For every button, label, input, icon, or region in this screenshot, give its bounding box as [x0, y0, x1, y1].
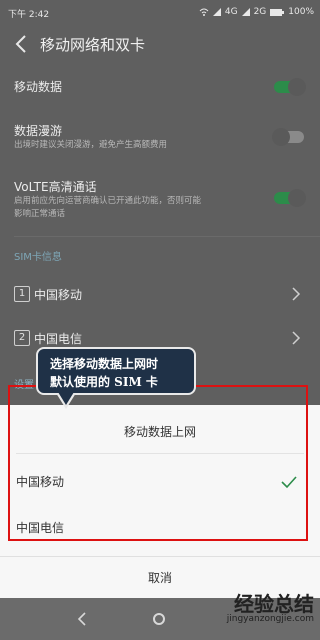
- option-china-telecom[interactable]: 中国电信: [0, 509, 320, 545]
- signal-icon-2: [241, 8, 250, 16]
- option-label: 中国移动: [16, 475, 65, 489]
- page-header: 移动网络和双卡: [0, 24, 320, 64]
- status-time: 下午 2:42: [8, 10, 50, 20]
- callout-line2: 默认使用的 SIM 卡: [50, 375, 158, 389]
- callout-tail-inner: [58, 392, 74, 405]
- toggle-knob: [272, 128, 290, 146]
- roaming-toggle[interactable]: [272, 128, 304, 146]
- option-china-mobile[interactable]: 中国移动: [0, 463, 320, 499]
- nav-back-icon[interactable]: [76, 612, 88, 626]
- battery-icon: [270, 8, 285, 16]
- battery-level: 100%: [288, 7, 314, 17]
- setting-mobile-data[interactable]: 移动数据: [0, 72, 320, 102]
- callout-line1: 选择移动数据上网时: [50, 357, 159, 371]
- chevron-right-icon: [292, 287, 301, 301]
- roaming-desc: 出境时建议关闭漫游，避免产生高额费用: [14, 140, 168, 150]
- watermark-main: 经验总结: [234, 592, 314, 616]
- sim-section-header: SIM卡信息: [14, 252, 62, 263]
- toggle-knob: [288, 189, 306, 207]
- mobile-data-label: 移动数据: [14, 80, 63, 94]
- status-icons: 4G 2G 100%: [199, 7, 314, 17]
- partial-section-text: 设置: [14, 380, 34, 391]
- sim1-number-icon: 1: [14, 286, 30, 302]
- sim2-label: 中国电信: [34, 332, 83, 346]
- sim1-label: 中国移动: [34, 288, 83, 302]
- option-label: 中国电信: [16, 521, 65, 535]
- watermark: 经验总结 jingyanzongjie.com: [164, 592, 314, 634]
- network-label-2: 2G: [253, 7, 267, 17]
- divider: [14, 236, 320, 237]
- setting-volte[interactable]: VoLTE高清通话 启用前应先向运营商确认已开通此功能，否则可能 影响正常通话: [0, 170, 320, 226]
- checkmark-icon: [281, 476, 297, 489]
- cancel-label: 取消: [147, 571, 172, 585]
- back-arrow-icon[interactable]: [12, 32, 32, 56]
- toggle-knob: [288, 78, 306, 96]
- signal-icon: [212, 8, 221, 16]
- volte-toggle[interactable]: [274, 189, 306, 207]
- setting-roaming[interactable]: 数据漫游 出境时建议关闭漫游，避免产生高额费用: [0, 114, 320, 158]
- mobile-data-toggle[interactable]: [274, 78, 306, 96]
- watermark-sub: jingyanzongjie.com: [226, 614, 314, 624]
- volte-desc-line2: 影响正常通话: [14, 209, 66, 219]
- sim2-number-icon: 2: [14, 330, 30, 346]
- sim1-item[interactable]: 1 中国移动: [0, 280, 320, 308]
- roaming-label: 数据漫游: [14, 124, 63, 138]
- sheet-title: 移动数据上网: [123, 425, 196, 439]
- volte-label: VoLTE高清通话: [14, 180, 97, 194]
- sheet-divider: [16, 453, 304, 454]
- wifi-icon: [199, 8, 209, 16]
- volte-desc-line1: 启用前应先向运营商确认已开通此功能，否则可能: [14, 196, 202, 206]
- network-label-1: 4G: [224, 7, 238, 17]
- page-title: 移动网络和双卡: [40, 36, 146, 54]
- annotation-callout: 选择移动数据上网时 默认使用的 SIM 卡: [36, 347, 196, 395]
- chevron-right-icon: [292, 331, 301, 345]
- status-bar: 下午 2:42 4G 2G 100%: [0, 0, 320, 24]
